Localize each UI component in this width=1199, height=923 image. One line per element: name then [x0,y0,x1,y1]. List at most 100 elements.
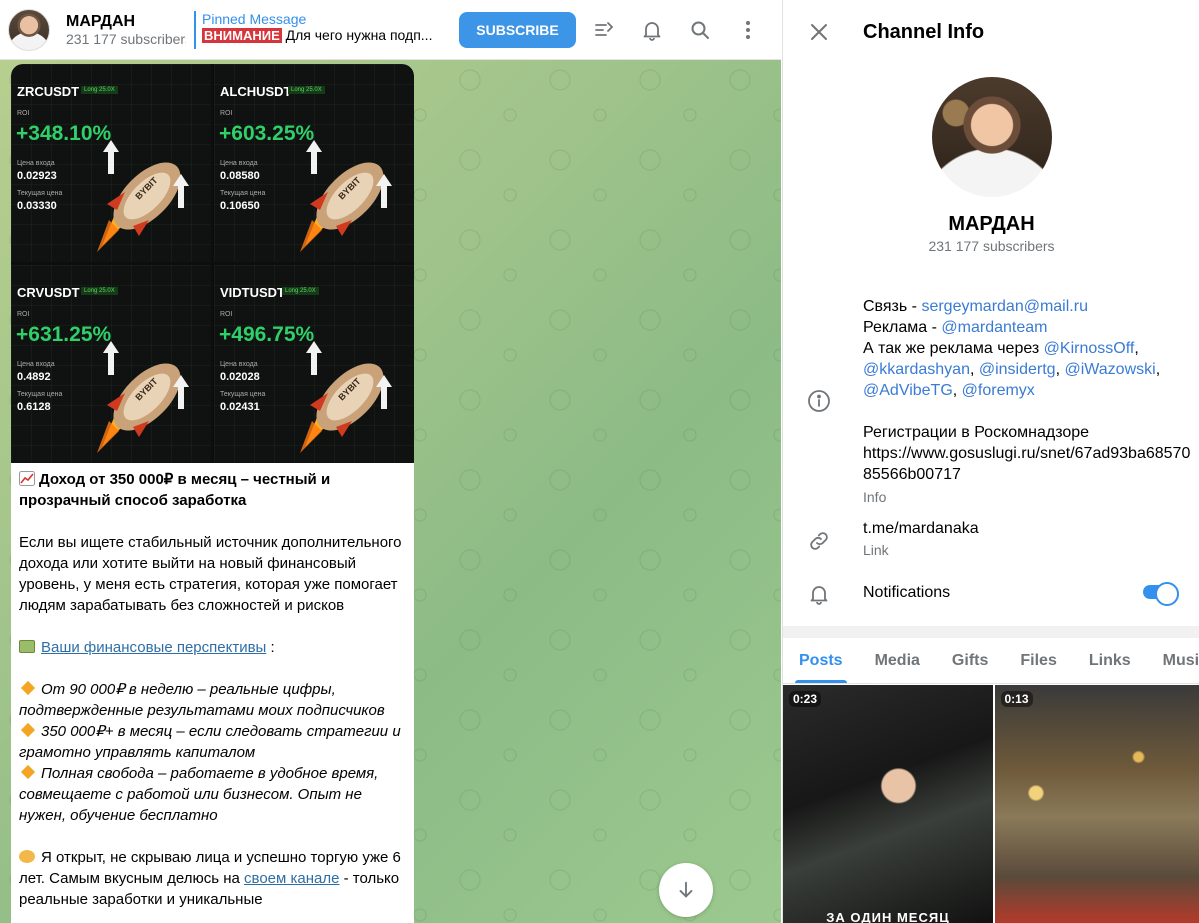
trade-pair: CRVUSDT [17,285,80,300]
ads-line: Реклама - @mardanteam [863,319,1048,336]
handle-link[interactable]: @foremyx [962,382,1035,399]
handle-link[interactable]: @kkardashyan [863,361,970,378]
info-title: Channel Info [863,20,985,43]
entry-label: Цена входа [17,160,55,167]
channel-description[interactable]: Связь - sergeymardan@mail.ru Реклама - @… [863,296,1193,508]
current-value: 0.03330 [17,200,57,212]
subscribe-button[interactable]: SUBSCRIBE [459,11,576,48]
channel-subscribers: 231 177 subscribers [66,30,186,47]
roi-label: ROI [220,110,233,117]
post-intro: Если вы ищете стабильный источник дополн… [19,534,402,614]
tab-media[interactable]: Media [859,638,936,683]
entry-label: Цена входа [220,361,258,368]
orange-diamond-icon [20,764,36,780]
search-icon[interactable] [676,6,724,54]
own-channel-link[interactable]: своем канале [244,870,339,887]
bell-icon[interactable] [628,6,676,54]
chart-increasing-icon [19,471,35,486]
current-value: 0.6128 [17,401,51,413]
money-icon [19,640,35,653]
channel-avatar[interactable] [8,8,50,51]
pinned-tag: ВНИМАНИЕ [202,27,282,43]
rocket-icon: BYBIT [300,341,392,453]
info-subscribers: 231 177 subscribers [928,238,1055,254]
chat-area: МАРДАН 231 177 subscribers Pinned Messag… [0,0,781,923]
trade-pair: ALCHUSDT [220,84,292,99]
post-headline: Доход от 350 000₽ в месяц – честный и пр… [19,471,331,509]
entry-value: 0.02923 [17,170,57,182]
trade-badge: Long 25.0X [288,86,325,94]
entry-value: 0.08580 [220,170,260,182]
notifications-toggle[interactable] [1143,582,1179,606]
shared-media-tabs: Posts Media Gifts Files Links Music [783,638,1199,684]
entry-label: Цена входа [220,160,258,167]
pinned-message[interactable]: Pinned Message ВНИМАНИЕ Для чего нужна п… [194,10,439,49]
more-vertical-icon[interactable] [724,6,772,54]
scroll-down-button[interactable] [659,863,713,917]
bullet-item: 350 000₽+ в месяц – если следовать страт… [19,722,401,761]
roi-label: ROI [17,311,30,318]
current-label: Текущая цена [17,391,63,398]
post-text: Доход от 350 000₽ в месяц – честный и пр… [11,463,414,910]
tab-links[interactable]: Links [1073,638,1147,683]
entry-value: 0.02028 [220,371,260,383]
media-grid: 0:23 ЗА ОДИН МЕСЯЦ 0:13 [783,685,1199,923]
video-duration: 0:23 [789,691,822,707]
pinned-title: Pinned Message [202,10,307,27]
contact-line: Связь - sergeymardan@mail.ru [863,298,1088,315]
section-divider [783,626,1199,638]
channel-info-panel: Channel Info МАРДАН 231 177 subscribers … [782,0,1199,923]
video-caption: ЗА ОДИН МЕСЯЦ [826,910,950,923]
bullet-item: Полная свобода – работаете в удобное вре… [19,764,379,824]
trade-tile: CRVUSDT Long 25.0X ROI +631.25% Цена вхо… [11,265,211,463]
current-label: Текущая цена [220,391,266,398]
trade-pair: VIDTUSDT [220,285,285,300]
bell-icon [810,586,828,605]
entry-value: 0.4892 [17,371,51,383]
tab-music[interactable]: Music [1147,638,1199,683]
channel-name: МАРДАН [66,12,136,30]
entry-label: Цена входа [17,361,55,368]
channel-link-row[interactable]: t.me/mardanaka Link [863,520,979,558]
tab-gifts[interactable]: Gifts [936,638,1004,683]
channel-post: ZRCUSDT Long 25.0X ROI +348.10% Цена вхо… [11,64,414,923]
close-icon[interactable] [799,12,839,52]
channel-link: t.me/mardanaka [863,520,979,537]
bullet-list: От 90 000₽ в неделю – реальные цифры, по… [19,679,406,826]
rocket-icon: BYBIT [300,140,392,252]
pinned-text: Для чего нужна подп... [285,26,433,43]
arrow-down-icon [679,881,693,898]
contact-email-link[interactable]: sergeymardan@mail.ru [921,298,1088,315]
channel-title-block[interactable]: МАРДАН 231 177 subscribers [66,13,186,47]
perspectives-link[interactable]: Ваши финансовые перспективы [41,639,266,656]
handle-link[interactable]: @iWazowski [1064,361,1155,378]
manage-discussion-icon[interactable] [580,6,628,54]
channel-avatar-large[interactable] [932,77,1052,197]
info-icon [808,390,830,412]
current-value: 0.02431 [220,401,260,413]
video-thumbnail[interactable]: 0:23 ЗА ОДИН МЕСЯЦ [783,685,993,923]
trade-tile: VIDTUSDT Long 25.0X ROI +496.75% Цена вх… [214,265,414,463]
perspectives-colon: : [266,639,275,656]
chat-header: МАРДАН 231 177 subscribers Pinned Messag… [0,0,781,60]
handle-link[interactable]: @insidertg [979,361,1056,378]
ads-handle-link[interactable]: @mardanteam [941,319,1047,336]
trade-tile: ZRCUSDT Long 25.0X ROI +348.10% Цена вхо… [11,64,211,262]
tab-files[interactable]: Files [1004,638,1072,683]
post-outro: Я открыт, не скрываю лица и успешно торг… [19,849,401,908]
registry-title: Регистрации в Роскомнадзоре [863,424,1090,441]
orange-diamond-icon [20,722,36,738]
tab-posts[interactable]: Posts [783,638,859,683]
video-duration: 0:13 [1000,691,1033,707]
post-headline-row: Доход от 350 000₽ в месяц – честный и пр… [19,469,406,511]
current-value: 0.10650 [220,200,260,212]
handle-link[interactable]: @AdVibeTG [863,382,953,399]
handle-link[interactable]: @KirnossOff [1044,340,1135,357]
link-caption: Link [863,542,889,558]
video-thumbnail[interactable]: 0:13 [994,685,1199,923]
also-line: А так же реклама через @KirnossOff, @kkar… [863,340,1161,399]
info-header: Channel Info [783,0,1199,64]
perspectives-row: Ваши финансовые перспективы : [19,637,406,658]
current-label: Текущая цена [220,190,266,197]
post-image[interactable]: ZRCUSDT Long 25.0X ROI +348.10% Цена вхо… [11,64,414,463]
